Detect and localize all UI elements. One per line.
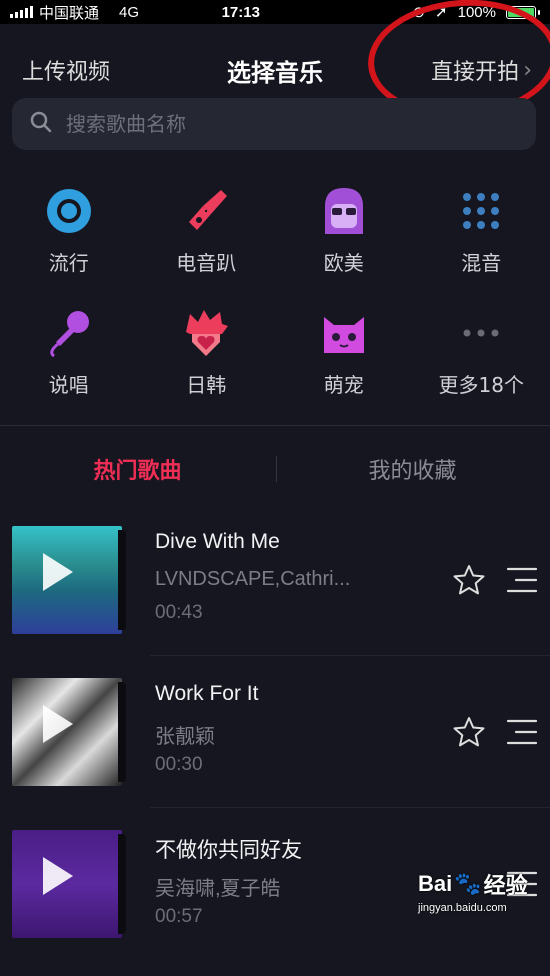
category-label: 日韩 (186, 369, 226, 398)
disc-icon (43, 185, 95, 237)
watermark-brand-cn: 经验 (484, 868, 528, 900)
category-label: 流行 (49, 247, 89, 276)
watermark-brand: Bai (418, 871, 452, 897)
tab-separator (276, 456, 277, 482)
signal-icon (10, 6, 33, 18)
tab-my-favorites[interactable]: 我的收藏 (275, 453, 550, 485)
play-icon[interactable] (43, 857, 73, 895)
song-duration: 00:30 (155, 754, 203, 776)
song-artist: 张靓颖 (155, 720, 215, 749)
song-artist: LVNDSCAPE,Cathri... (155, 568, 350, 591)
category-pets[interactable]: 萌宠 (275, 307, 413, 429)
guitar-icon (180, 185, 232, 237)
category-pop[interactable]: 流行 (0, 185, 138, 307)
upload-video-button[interactable]: 上传视频 (22, 54, 110, 86)
search-input[interactable] (64, 111, 536, 137)
song-title: 不做你共同好友 (155, 834, 302, 864)
play-icon[interactable] (43, 705, 73, 743)
start-shooting-button[interactable]: 直接开拍 › (431, 54, 532, 86)
vinyl-edge (118, 682, 126, 782)
battery-percent: 100% (458, 4, 496, 21)
network-label: 4G (119, 4, 139, 21)
category-label: 欧美 (324, 247, 364, 276)
microphone-icon (43, 307, 95, 359)
carrier-label: 中国联通 (39, 2, 99, 23)
paw-icon: 🐾 (454, 871, 481, 897)
search-icon (30, 111, 52, 137)
song-duration: 00:57 (155, 906, 203, 928)
song-title: Dive With Me (155, 530, 280, 554)
category-label: 说唱 (49, 369, 89, 398)
location-icon: ➚ (435, 3, 448, 21)
song-title: Work For It (155, 682, 258, 706)
row-divider (150, 807, 550, 808)
section-divider (0, 425, 550, 426)
category-edm[interactable]: 电音趴 (138, 185, 276, 307)
category-western[interactable]: 欧美 (275, 185, 413, 307)
favorite-star-icon[interactable] (452, 564, 486, 600)
list-item[interactable]: Work For It 张靓颖 00:30 (0, 672, 550, 824)
search-bar[interactable] (12, 98, 536, 150)
list-item[interactable]: Dive With Me LVNDSCAPE,Cathri... 00:43 (0, 520, 550, 672)
cat-icon (318, 307, 370, 359)
use-music-menu-icon[interactable] (506, 566, 538, 598)
category-remix[interactable]: 混音 (413, 185, 550, 307)
favorite-star-icon[interactable] (452, 716, 486, 752)
category-label: 萌宠 (324, 369, 364, 398)
use-music-menu-icon[interactable] (506, 718, 538, 750)
tab-hot-songs[interactable]: 热门歌曲 (0, 453, 275, 485)
category-label: 混音 (461, 247, 501, 276)
status-left: 中国联通 4G (0, 2, 139, 23)
category-grid: 流行 电音趴 欧美 混音 说唱 (0, 185, 550, 429)
start-shooting-label: 直接开拍 (431, 54, 519, 86)
vinyl-edge (118, 834, 126, 934)
category-rap[interactable]: 说唱 (0, 307, 138, 429)
vinyl-edge (118, 530, 126, 630)
watermark-url: jingyan.baidu.com (418, 902, 548, 914)
category-label: 更多18个 (439, 369, 524, 398)
spiky-hair-heart-icon (180, 307, 232, 359)
rotation-lock-icon: ⊙ (412, 3, 425, 21)
song-tabs: 热门歌曲 我的收藏 (0, 440, 550, 498)
chevron-right-icon: › (523, 58, 532, 83)
sunglasses-face-icon (318, 185, 370, 237)
clock: 17:13 (222, 4, 260, 21)
more-dots-icon (455, 307, 507, 359)
category-jp-kr[interactable]: 日韩 (138, 307, 276, 429)
mixer-grid-icon (455, 185, 507, 237)
category-label: 电音趴 (176, 247, 236, 276)
song-duration: 00:43 (155, 602, 203, 624)
baidu-watermark: Bai 🐾 经验 jingyan.baidu.com (418, 868, 548, 924)
status-bar: 中国联通 4G 17:13 ⊙ ➚ 100% (0, 0, 550, 24)
category-more[interactable]: 更多18个 (413, 307, 550, 429)
header-bar: 上传视频 选择音乐 直接开拍 › (0, 40, 550, 100)
song-artist: 吴海啸,夏子皓 (155, 872, 281, 901)
status-right: ⊙ ➚ 100% (412, 3, 550, 21)
row-divider (150, 655, 550, 656)
battery-icon (506, 6, 540, 19)
play-icon[interactable] (43, 553, 73, 591)
